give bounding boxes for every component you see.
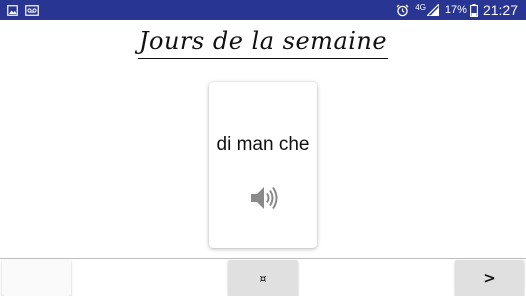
signal-icon — [426, 4, 439, 16]
bottom-navigation-bar: ¤ > — [0, 258, 526, 296]
status-clock: 21:27 — [482, 2, 518, 18]
alarm-icon — [396, 4, 409, 17]
next-button[interactable]: > — [455, 260, 524, 296]
battery-icon — [470, 3, 478, 17]
speaker-icon[interactable] — [249, 184, 279, 212]
status-bar-right: 4G 17% 21:27 — [396, 2, 518, 18]
voicemail-icon — [25, 4, 39, 16]
status-bar-left — [7, 4, 46, 16]
card-word: di man che — [216, 134, 310, 155]
image-icon — [7, 4, 18, 16]
shuffle-button[interactable]: ¤ — [228, 260, 298, 296]
title-container: Jours de la semaine — [0, 25, 526, 69]
page-title: Jours de la semaine — [137, 25, 389, 59]
network-type-label: 4G — [415, 2, 426, 12]
battery-percent: 17% — [444, 4, 467, 16]
flashcard[interactable]: di man che — [209, 82, 317, 248]
previous-button[interactable] — [2, 260, 71, 296]
status-bar: 4G 17% 21:27 — [0, 0, 526, 20]
